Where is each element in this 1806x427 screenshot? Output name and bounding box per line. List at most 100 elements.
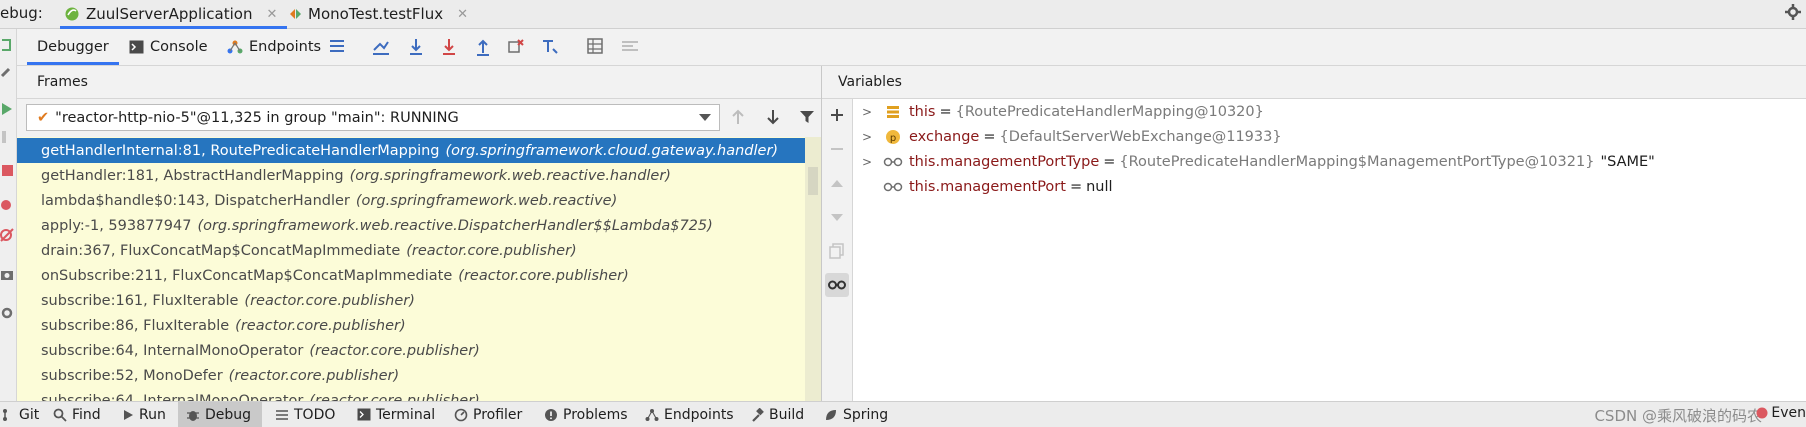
expand-chevron-icon[interactable]: > [853,105,881,119]
problems-icon [544,408,558,422]
tool-terminal[interactable]: Terminal [357,402,435,427]
move-down-icon[interactable] [829,209,845,225]
frame-row[interactable]: subscribe:86, FluxIterable (reactor.core… [17,313,805,338]
debug-label: ebug: [0,4,43,22]
tool-event-log[interactable]: Even [1756,405,1806,421]
tool-problems[interactable]: Problems [544,402,628,427]
resume-icon[interactable] [0,101,14,117]
wrench-icon[interactable] [0,63,14,79]
thread-dropdown-value: "reactor-http-nio-5"@11,325 in group "ma… [55,109,459,126]
variable-row[interactable]: > this.managementPortType = {RoutePredic… [853,149,1655,174]
expand-chevron-icon[interactable]: > [853,130,881,144]
step-over-icon[interactable] [407,38,425,56]
tool-debug-label: Debug [205,406,252,423]
tab-debugger[interactable]: Debugger [27,29,119,65]
tab-endpoints[interactable]: Endpoints [227,29,321,65]
run-to-cursor-icon[interactable] [541,38,559,56]
previous-frame-icon[interactable] [730,109,746,125]
frame-package: (org.springframework.cloud.gateway.handl… [445,142,779,159]
close-icon[interactable]: ✕ [266,7,277,22]
frame-package: (reactor.core.publisher) [228,367,400,384]
settings-icon[interactable] [0,305,14,321]
console-icon [129,40,144,54]
frames-list: getHandlerInternal:81, RoutePredicateHan… [17,137,805,401]
tool-run[interactable]: Run [122,402,166,427]
tool-endpoints[interactable]: Endpoints [645,402,734,427]
svg-text:p: p [890,133,896,144]
frame-name: getHandler:181, AbstractHandlerMapping [41,167,344,184]
tool-debug[interactable]: Debug [178,402,262,427]
expand-chevron-icon[interactable]: > [853,155,881,169]
frame-name: getHandlerInternal:81, RoutePredicateHan… [41,142,440,159]
tab-zuul-server-application[interactable]: ZuulServerApplication ✕ [59,0,288,29]
gear-icon[interactable] [1784,3,1802,21]
close-icon[interactable]: ✕ [457,7,468,22]
frame-row[interactable]: subscribe:52, MonoDefer (reactor.core.pu… [17,363,805,388]
trace-stream-icon[interactable] [621,38,639,54]
tool-todo[interactable]: TODO [275,402,335,427]
drop-frame-icon[interactable] [507,38,525,56]
step-into-icon[interactable] [440,38,458,56]
show-execution-point-icon[interactable] [372,38,390,56]
frame-row[interactable]: getHandler:181, AbstractHandlerMapping (… [17,163,805,188]
step-out-icon[interactable] [474,38,492,56]
frame-row[interactable]: subscribe:64, InternalMonoOperator (reac… [17,338,805,363]
tool-profiler[interactable]: Profiler [454,402,522,427]
frame-package: (reactor.core.publisher) [309,392,480,402]
frame-row[interactable]: apply:-1, 593877947 (org.springframework… [17,213,805,238]
frame-package: (org.springframework.web.reactive) [355,192,618,209]
frames-scrollbar-thumb[interactable] [808,167,818,195]
debug-session-bar: ebug: ZuulServerApplication ✕ MonoTest.t… [0,0,1806,29]
evaluate-expression-icon[interactable] [587,38,603,54]
layout-menu-icon[interactable] [329,38,345,54]
view-breakpoints-icon[interactable] [0,197,14,213]
tool-spring[interactable]: Spring [824,402,888,427]
frame-package: (reactor.core.publisher) [406,242,577,259]
variable-row[interactable]: this.managementPort = null [853,174,1113,199]
variable-row[interactable]: > this = {RoutePredicateHandlerMapping@1… [853,99,1264,124]
equals-sign: = [983,128,996,145]
watermark: CSDN @乘风破浪的码农 [1594,407,1762,425]
variable-row[interactable]: > p exchange = {DefaultServerWebExchange… [853,124,1282,149]
tool-event-log-label: Even [1771,405,1806,421]
frame-name: subscribe:64, InternalMonoOperator [41,342,304,359]
filter-icon[interactable] [799,109,815,125]
frame-package: (reactor.core.publisher) [309,342,480,359]
endpoints-icon [227,39,243,55]
mute-breakpoints-icon[interactable] [0,227,14,243]
variables-tree: > this = {RoutePredicateHandlerMapping@1… [853,99,1806,401]
frame-name: subscribe:64, InternalMonoOperator [41,392,304,402]
tool-build[interactable]: Build [750,402,804,427]
tab-console[interactable]: Console [129,29,208,65]
move-up-icon[interactable] [829,175,845,191]
show-watches-icon[interactable] [825,273,849,297]
frame-row[interactable]: subscribe:64, InternalMonoOperator (reac… [17,388,805,402]
frame-row[interactable]: subscribe:161, FluxIterable (reactor.cor… [17,288,805,313]
tool-find[interactable]: Find [53,402,101,427]
frame-row[interactable]: drain:367, FluxConcatMap$ConcatMapImmedi… [17,238,805,263]
search-icon [53,408,67,422]
tab-monotest-testflux[interactable]: MonoTest.testFlux ✕ [288,0,468,28]
check-icon: ✔ [37,109,50,126]
frame-row[interactable]: onSubscribe:211, FluxConcatMap$ConcatMap… [17,263,805,288]
thread-dropdown[interactable]: ✔ "reactor-http-nio-5"@11,325 in group "… [26,104,720,131]
debug-bug-icon [186,408,200,422]
run-icon [122,408,134,422]
next-frame-icon[interactable] [765,109,781,125]
variable-value: {RoutePredicateHandlerMapping@10320} [955,103,1264,120]
variable-value: {DefaultServerWebExchange@11933} [999,128,1282,145]
frame-name: apply:-1, 593877947 [41,217,192,234]
copy-icon[interactable] [829,243,845,259]
rerun-icon[interactable] [0,37,14,53]
camera-icon[interactable] [0,267,14,283]
frame-row[interactable]: getHandlerInternal:81, RoutePredicateHan… [17,138,805,163]
pause-icon[interactable] [0,129,14,145]
thread-selector-row: ✔ "reactor-http-nio-5"@11,325 in group "… [17,99,821,137]
tab-label: MonoTest.testFlux [308,5,444,23]
tool-git[interactable]: Git [2,402,39,427]
stop-icon[interactable] [0,163,14,179]
frame-row[interactable]: lambda$handle$0:143, DispatcherHandler (… [17,188,805,213]
frame-package: (org.springframework.web.reactive.Dispat… [197,217,713,234]
remove-watch-icon[interactable] [829,141,845,157]
add-watch-icon[interactable] [829,107,845,123]
